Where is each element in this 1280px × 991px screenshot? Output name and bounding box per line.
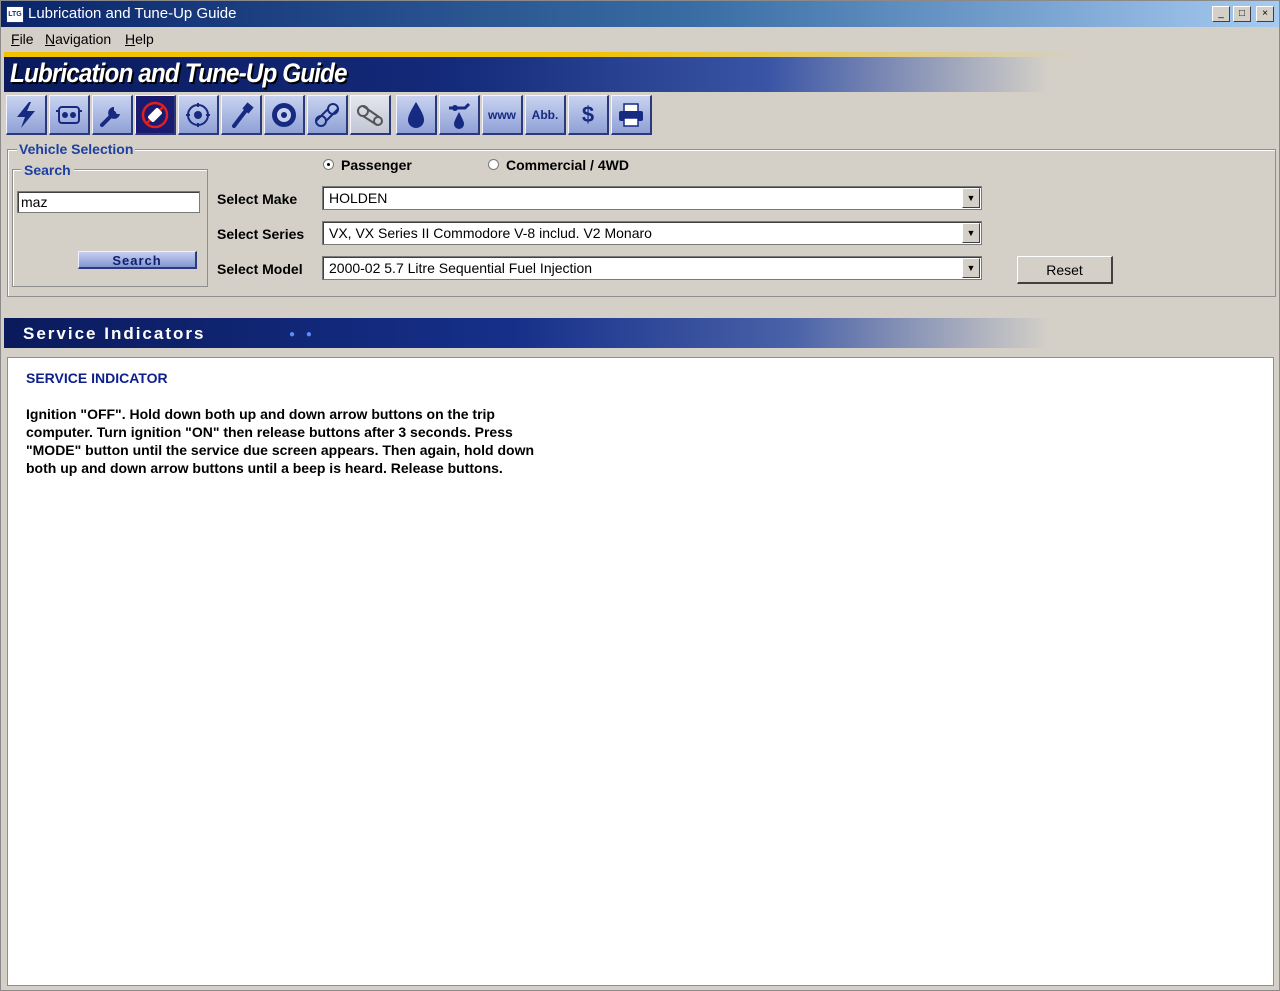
tools-button[interactable]: [92, 95, 133, 135]
belt-tensioner-icon: [357, 104, 383, 126]
printer-icon: [619, 102, 643, 127]
commercial-radio[interactable]: [488, 159, 499, 170]
select-make-value: HOLDEN: [329, 190, 388, 206]
lightning-icon: [17, 101, 35, 128]
bolt-icon: [232, 101, 254, 128]
timing-belt-button[interactable]: [307, 95, 348, 135]
reset-button[interactable]: Reset: [1017, 256, 1113, 284]
select-model-dropdown[interactable]: 2000-02 5.7 Litre Sequential Fuel Inject…: [322, 256, 982, 280]
pricing-button[interactable]: $: [568, 95, 609, 135]
wrench-icon: [100, 106, 120, 127]
minimize-button[interactable]: _: [1212, 6, 1230, 22]
distributor-button[interactable]: [178, 95, 219, 135]
menu-help[interactable]: Help: [125, 31, 154, 47]
oil-button[interactable]: [396, 95, 437, 135]
bolt-button[interactable]: [221, 95, 262, 135]
commercial-label: Commercial / 4WD: [506, 157, 629, 173]
wheel-icon: [272, 102, 296, 127]
search-legend: Search: [21, 162, 74, 178]
belt-tensioner-button[interactable]: [350, 95, 391, 135]
maximize-button[interactable]: □: [1233, 6, 1251, 22]
app-window: LTG Lubrication and Tune-Up Guide _ □ × …: [0, 0, 1280, 991]
chevron-down-icon[interactable]: ▼: [962, 223, 980, 243]
content-body: Ignition "OFF". Hold down both up and do…: [26, 406, 535, 476]
passenger-radio[interactable]: [323, 159, 334, 170]
spark-plug-icon: [141, 101, 169, 128]
menu-navigation[interactable]: Navigation: [45, 31, 111, 47]
title-bar: LTG Lubrication and Tune-Up Guide _ □ ×: [1, 1, 1279, 27]
chevron-down-icon[interactable]: ▼: [962, 258, 980, 278]
dollar-icon: $: [581, 101, 595, 127]
select-make-dropdown[interactable]: HOLDEN ▼: [322, 186, 982, 210]
decorative-dots: ● ●: [289, 329, 316, 340]
menu-bar: File Navigation Help: [1, 27, 1279, 50]
print-button[interactable]: [611, 95, 652, 135]
select-series-value: VX, VX Series II Commodore V-8 includ. V…: [329, 225, 652, 241]
select-make-label: Select Make: [217, 191, 298, 207]
section-title: Service Indicators: [23, 324, 206, 343]
engine-button[interactable]: [49, 95, 90, 135]
select-series-label: Select Series: [217, 226, 305, 242]
spark-plug-button[interactable]: [135, 95, 176, 135]
banner-title: Lubrication and Tune-Up Guide: [10, 58, 348, 88]
search-button[interactable]: Search: [78, 251, 197, 269]
content-heading: SERVICE INDICATOR: [26, 370, 168, 386]
select-series-dropdown[interactable]: VX, VX Series II Commodore V-8 includ. V…: [322, 221, 982, 245]
electrical-button[interactable]: [6, 95, 47, 135]
abbreviations-button[interactable]: Abb.: [525, 95, 566, 135]
oil-can-icon: [449, 102, 471, 129]
window-title: Lubrication and Tune-Up Guide: [28, 5, 237, 22]
section-header: Service Indicators ● ●: [4, 318, 1278, 348]
menu-file[interactable]: File: [11, 31, 34, 47]
close-button[interactable]: ×: [1256, 6, 1274, 22]
select-model-value: 2000-02 5.7 Litre Sequential Fuel Inject…: [329, 260, 593, 276]
banner-stripe: [4, 52, 1278, 57]
www-icon: www: [487, 107, 516, 122]
vehicle-selection-legend: Vehicle Selection: [17, 141, 136, 157]
timing-belt-icon: [315, 102, 339, 127]
chevron-down-icon[interactable]: ▼: [962, 188, 980, 208]
oil-drop-icon: [408, 101, 424, 128]
app-banner: Lubrication and Tune-Up Guide: [4, 52, 1278, 92]
engine-icon: [56, 105, 82, 124]
select-model-label: Select Model: [217, 261, 303, 277]
search-group: [12, 169, 208, 287]
distributor-icon: [186, 102, 210, 127]
passenger-label: Passenger: [341, 157, 412, 173]
search-input[interactable]: [17, 191, 200, 213]
wheel-button[interactable]: [264, 95, 305, 135]
abbreviations-icon: Abb.: [531, 107, 559, 122]
app-icon: LTG: [6, 6, 24, 23]
content-panel: SERVICE INDICATOR Ignition "OFF". Hold d…: [7, 357, 1274, 986]
toolbar: www Abb. $: [6, 95, 666, 135]
website-button[interactable]: www: [482, 95, 523, 135]
oil-can-button[interactable]: [439, 95, 480, 135]
